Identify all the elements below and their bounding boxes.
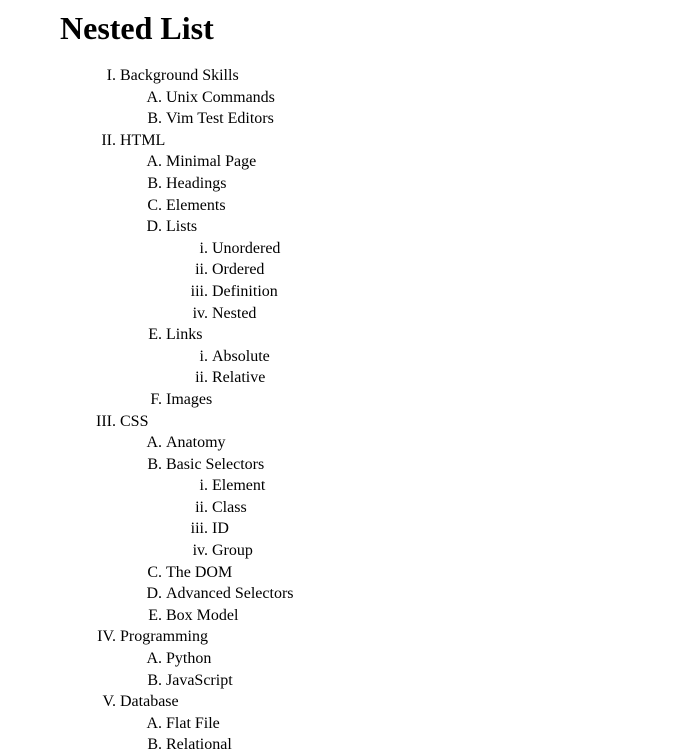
list-item: Vim Test Editors (166, 108, 682, 130)
list-item-label: Vim Test Editors (166, 110, 274, 127)
list-item-label: Element (212, 477, 265, 494)
list-item: ID (212, 518, 682, 540)
list-item: Absolute (212, 346, 682, 368)
list-item-label: Elements (166, 197, 226, 214)
list-item-label: Definition (212, 283, 278, 300)
list-item: Elements (166, 195, 682, 217)
list-item: Unix Commands (166, 87, 682, 109)
list-item: Advanced Selectors (166, 583, 682, 605)
list-item-label: Background Skills (120, 67, 239, 84)
nested-list: Element Class ID Group (166, 475, 682, 561)
list-item: Nested (212, 303, 682, 325)
nested-list: Unix Commands Vim Test Editors (120, 87, 682, 130)
list-item-label: Absolute (212, 348, 270, 365)
list-item: Unordered (212, 238, 682, 260)
list-item: Python (166, 648, 682, 670)
list-item: Anatomy (166, 432, 682, 454)
list-item-label: Python (166, 650, 211, 667)
list-item-label: The DOM (166, 564, 232, 581)
nested-list-root: Background Skills Unix Commands Vim Test… (60, 65, 682, 756)
list-item-label: ID (212, 520, 229, 537)
list-item: Relative (212, 367, 682, 389)
list-item-label: HTML (120, 132, 165, 149)
list-item: HTML Minimal Page Headings Elements List… (120, 130, 682, 411)
nested-list: Python JavaScript (120, 648, 682, 691)
list-item: Programming Python JavaScript (120, 626, 682, 691)
list-item: Box Model (166, 605, 682, 627)
list-item-label: Unix Commands (166, 89, 275, 106)
list-item-label: Advanced Selectors (166, 585, 294, 602)
list-item: Minimal Page (166, 151, 682, 173)
nested-list: Unordered Ordered Definition Nested (166, 238, 682, 324)
nested-list: Minimal Page Headings Elements Lists Uno… (120, 151, 682, 410)
list-item: Database Flat File Relational (120, 691, 682, 756)
page-title: Nested List (60, 10, 682, 47)
list-item-label: Group (212, 542, 253, 559)
list-item-label: Relational (166, 736, 232, 753)
list-item-label: Class (212, 499, 247, 516)
list-item-label: Headings (166, 175, 226, 192)
list-item-label: Box Model (166, 607, 238, 624)
list-item-label: Relative (212, 369, 265, 386)
list-item-label: Anatomy (166, 434, 226, 451)
list-item: Lists Unordered Ordered Definition Neste… (166, 216, 682, 324)
list-item-label: Database (120, 693, 179, 710)
list-item: Headings (166, 173, 682, 195)
nested-list: Flat File Relational (120, 713, 682, 756)
list-item: Basic Selectors Element Class ID Group (166, 454, 682, 562)
list-item: The DOM (166, 562, 682, 584)
list-item-label: Ordered (212, 261, 264, 278)
list-item: Class (212, 497, 682, 519)
list-item: Group (212, 540, 682, 562)
list-item-label: Images (166, 391, 212, 408)
list-item-label: CSS (120, 413, 148, 430)
list-item-label: Links (166, 326, 202, 343)
list-item-label: Flat File (166, 715, 220, 732)
nested-list: Anatomy Basic Selectors Element Class ID… (120, 432, 682, 626)
list-item-label: Basic Selectors (166, 456, 264, 473)
list-item: CSS Anatomy Basic Selectors Element Clas… (120, 411, 682, 627)
list-item-label: Programming (120, 628, 208, 645)
list-item: JavaScript (166, 670, 682, 692)
list-item: Relational (166, 734, 682, 756)
nested-list: Absolute Relative (166, 346, 682, 389)
list-item-label: Minimal Page (166, 153, 256, 170)
list-item: Links Absolute Relative (166, 324, 682, 389)
list-item-label: Lists (166, 218, 197, 235)
list-item: Background Skills Unix Commands Vim Test… (120, 65, 682, 130)
list-item: Element (212, 475, 682, 497)
list-item: Definition (212, 281, 682, 303)
list-item: Flat File (166, 713, 682, 735)
list-item-label: JavaScript (166, 672, 233, 689)
list-item: Ordered (212, 259, 682, 281)
list-item: Images (166, 389, 682, 411)
list-item-label: Unordered (212, 240, 280, 257)
list-item-label: Nested (212, 305, 256, 322)
